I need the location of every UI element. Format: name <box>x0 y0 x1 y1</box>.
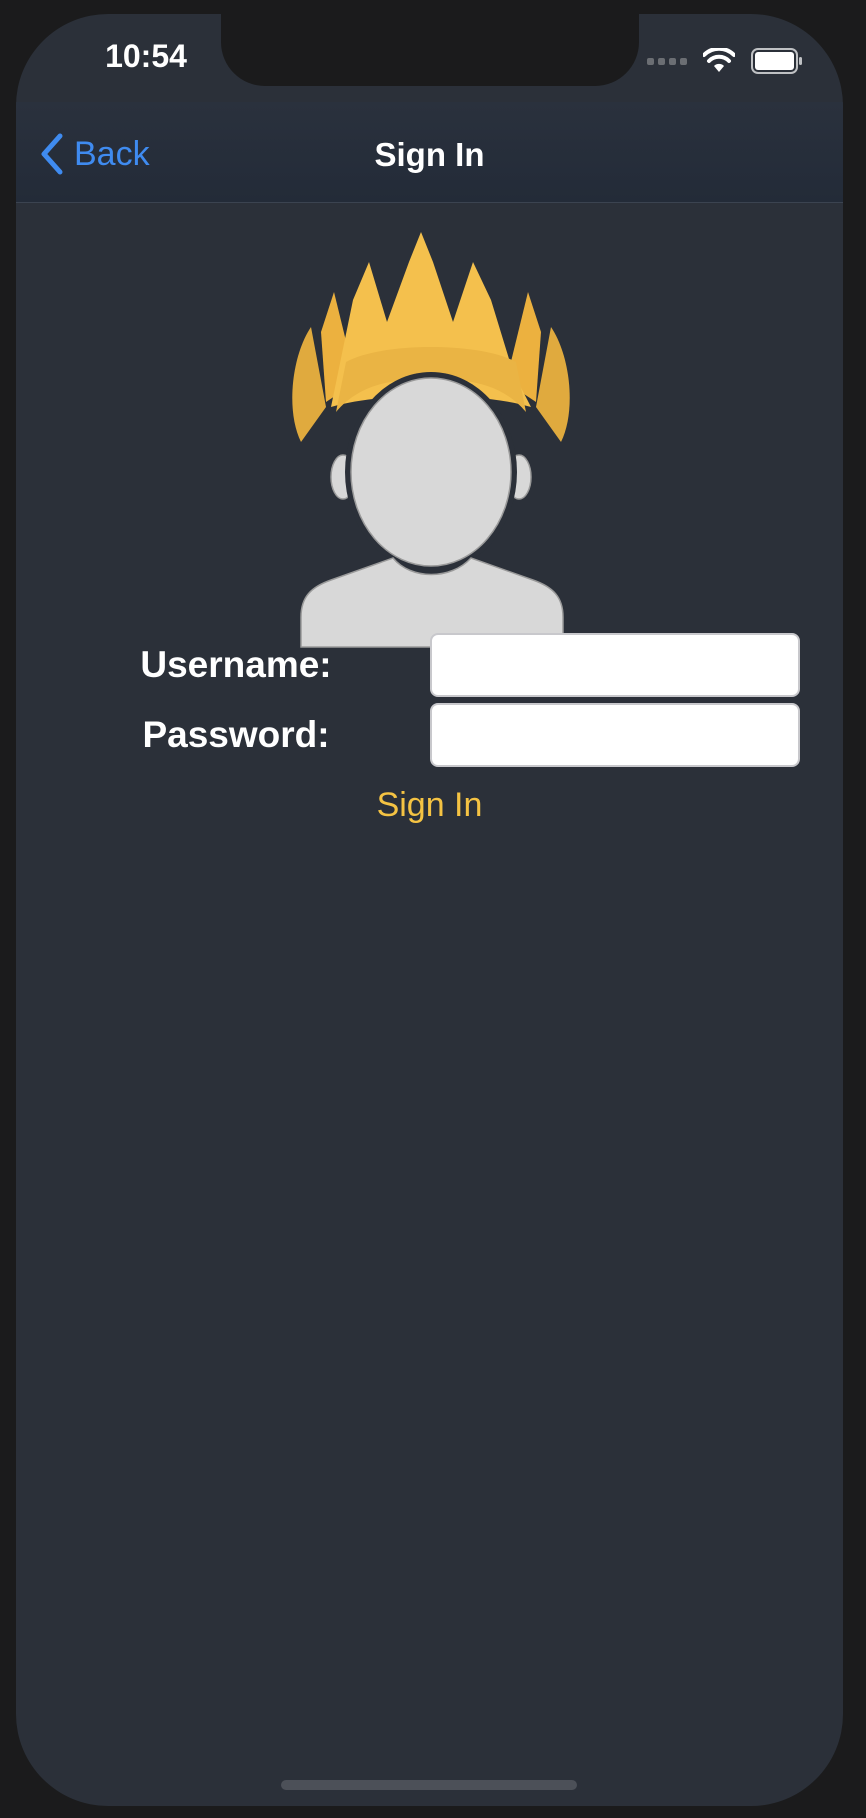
device-bezel: 10:54 Back Sign In Username: Password: S… <box>0 0 866 1818</box>
user-avatar-icon <box>292 232 570 648</box>
wifi-icon <box>703 48 735 72</box>
status-icons <box>647 48 803 74</box>
device-notch <box>221 14 639 86</box>
status-time: 10:54 <box>105 38 187 74</box>
cellular-signal-icon <box>647 57 687 65</box>
username-label: Username: <box>140 644 332 685</box>
sign-in-button[interactable]: Sign In <box>16 786 843 825</box>
battery-icon <box>751 48 802 74</box>
password-label: Password: <box>142 714 330 755</box>
app-screen: 10:54 Back Sign In Username: Password: S… <box>16 14 843 1806</box>
page-title: Sign In <box>374 136 485 173</box>
password-field[interactable] <box>430 703 800 767</box>
home-indicator[interactable] <box>281 1780 577 1790</box>
navigation-bar: Back Sign In <box>16 102 843 203</box>
username-field[interactable] <box>430 633 800 697</box>
